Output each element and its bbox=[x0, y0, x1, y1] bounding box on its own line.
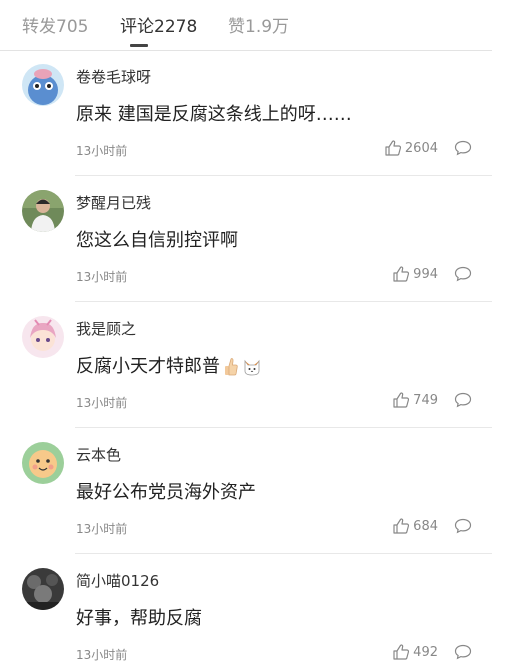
comment-text: 最好公布党员海外资产 bbox=[76, 482, 256, 503]
blue-cartoon-avatar-icon bbox=[22, 64, 64, 106]
comment-item: 卷卷毛球呀 原来 建国是反腐这条线上的呀…… 13小时前 2604 bbox=[0, 50, 492, 176]
tab-bar: 转发705 评论2278 赞1.9万 bbox=[0, 0, 492, 51]
thumbs-up-icon bbox=[393, 518, 410, 534]
reply-button[interactable] bbox=[454, 140, 472, 156]
tab-comments[interactable]: 评论2278 bbox=[120, 12, 197, 37]
comment-item: 梦醒月已残 您这么自信别控评啊 13小时前 994 bbox=[0, 176, 492, 302]
comment-text: 好事，帮助反腐 bbox=[76, 608, 202, 629]
like-count: 2604 bbox=[404, 140, 438, 156]
comments-page: 转发705 评论2278 赞1.9万 卷卷毛球呀 原来 建国是反腐这条线上的呀…… bbox=[0, 0, 512, 667]
dark-photo-avatar-icon bbox=[22, 568, 64, 610]
avatar[interactable] bbox=[22, 316, 64, 358]
chat-bubble-icon bbox=[454, 392, 472, 408]
username[interactable]: 我是顾之 bbox=[76, 318, 136, 339]
timestamp: 13小时前 bbox=[76, 396, 128, 410]
like-button[interactable]: 684 bbox=[392, 516, 438, 536]
person-photo-avatar-icon bbox=[22, 190, 64, 232]
comment-text: 您这么自信别控评啊 bbox=[76, 230, 238, 251]
active-tab-indicator bbox=[130, 44, 148, 47]
chat-bubble-icon bbox=[454, 518, 472, 534]
like-count: 749 bbox=[413, 392, 438, 408]
username[interactable]: 云本色 bbox=[76, 444, 121, 465]
reply-button[interactable] bbox=[454, 266, 472, 282]
timestamp: 13小时前 bbox=[76, 270, 128, 284]
reply-button[interactable] bbox=[454, 392, 472, 408]
avatar[interactable] bbox=[22, 190, 64, 232]
timestamp: 13小时前 bbox=[76, 522, 128, 536]
username[interactable]: 梦醒月已残 bbox=[76, 192, 151, 213]
comment-text: 原来 建国是反腐这条线上的呀…… bbox=[76, 104, 352, 125]
username[interactable]: 卷卷毛球呀 bbox=[76, 66, 151, 87]
like-count: 492 bbox=[413, 644, 438, 660]
chat-bubble-icon bbox=[454, 140, 472, 156]
like-button[interactable]: 492 bbox=[392, 642, 438, 662]
comment-text: 反腐小天才特郎普 bbox=[76, 352, 262, 378]
smiley-face-avatar-icon bbox=[22, 442, 64, 484]
thumbs-up-icon bbox=[393, 392, 410, 408]
comment-text-body: 反腐小天才特郎普 bbox=[76, 356, 220, 377]
comment-item: 云本色 最好公布党员海外资产 13小时前 684 bbox=[0, 428, 492, 554]
avatar[interactable] bbox=[22, 442, 64, 484]
avatar[interactable] bbox=[22, 64, 64, 106]
reply-button[interactable] bbox=[454, 644, 472, 660]
reply-button[interactable] bbox=[454, 518, 472, 534]
like-button[interactable]: 2604 bbox=[384, 138, 438, 158]
chat-bubble-icon bbox=[454, 266, 472, 282]
username[interactable]: 简小喵0126 bbox=[76, 570, 159, 591]
thumbs-up-icon bbox=[393, 266, 410, 282]
like-count: 994 bbox=[413, 266, 438, 282]
comment-item: 我是顾之 反腐小天才特郎普 13小时前 749 bbox=[0, 302, 492, 428]
tab-reposts[interactable]: 转发705 bbox=[22, 12, 88, 37]
thumbs-up-emoji-icon bbox=[225, 358, 238, 376]
timestamp: 13小时前 bbox=[76, 648, 128, 662]
cat-emoji-icon bbox=[244, 359, 260, 376]
thumbs-up-icon bbox=[393, 644, 410, 660]
tab-likes[interactable]: 赞1.9万 bbox=[228, 12, 289, 37]
comment-item: 简小喵0126 好事，帮助反腐 13小时前 492 bbox=[0, 554, 492, 667]
timestamp: 13小时前 bbox=[76, 144, 128, 158]
like-count: 684 bbox=[413, 518, 438, 534]
avatar[interactable] bbox=[22, 568, 64, 610]
anime-girl-avatar-icon bbox=[22, 316, 64, 358]
like-button[interactable]: 994 bbox=[392, 264, 438, 284]
like-button[interactable]: 749 bbox=[392, 390, 438, 410]
thumbs-up-icon bbox=[385, 140, 401, 156]
chat-bubble-icon bbox=[454, 644, 472, 660]
